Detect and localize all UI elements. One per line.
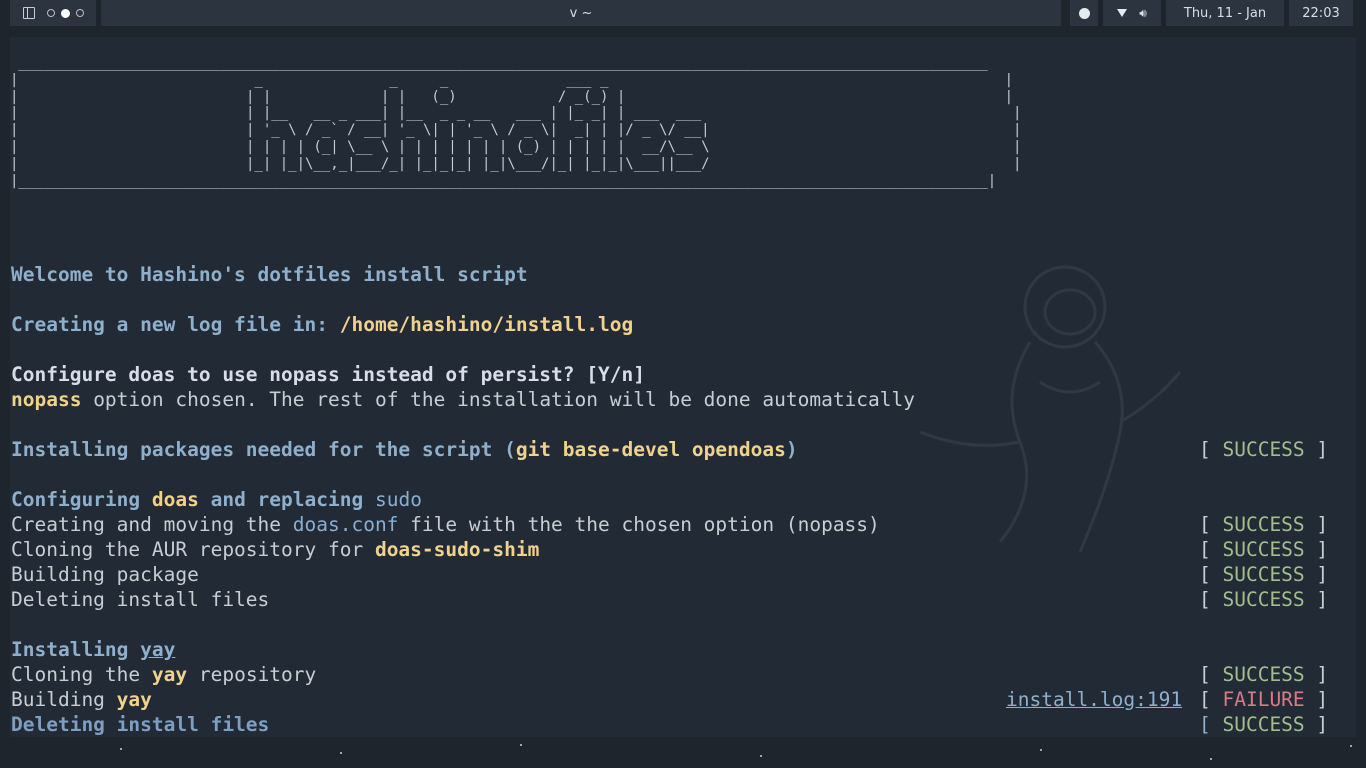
nopass-line: nopass option chosen. The rest of the in… (11, 387, 915, 412)
workspace-dot-3[interactable] (75, 9, 84, 17)
deleting-files-line: Deleting install files (11, 588, 270, 611)
nopass-word: nopass (11, 388, 82, 411)
building-yay-line: Building yay (11, 688, 152, 711)
status-clone-aur: [ SUCCESS ] (1199, 538, 1329, 561)
status-packages: [ SUCCESS ] (1199, 438, 1329, 461)
status-building-yay: [ FAILURE ] (1199, 688, 1329, 711)
terminal-window[interactable]: ________________________________________… (10, 37, 1356, 737)
workspace-dot-2-active[interactable] (60, 8, 70, 18)
system-tray[interactable]: 🔊︎ (1103, 0, 1161, 26)
status-failure: FAILURE (1222, 688, 1305, 711)
welcome-line: Welcome to Hashino's dotfiles install sc… (11, 263, 528, 286)
create-doas-conf-line: Creating and moving the doas.conf file w… (11, 513, 880, 536)
log-file-label: Creating a new log file in: (11, 313, 340, 336)
clone-yay-line: Cloning the yay repository (11, 663, 317, 686)
status-deleting-files-2: [ SUCCESS ] (1199, 713, 1329, 736)
pkgs-prefix: Installing packages needed for the scrip… (11, 438, 516, 461)
building-package-line: Building package (11, 563, 199, 586)
wifi-icon[interactable] (1117, 9, 1128, 17)
ascii-banner: ________________________________________… (10, 55, 1022, 189)
install-log-link[interactable]: install.log:191 (1006, 687, 1182, 712)
clock[interactable]: 22:03 (1289, 0, 1353, 26)
date-display[interactable]: Thu, 11 - Jan (1166, 0, 1284, 26)
status-clone-yay: [ SUCCESS ] (1199, 663, 1329, 686)
workspace-dot-1[interactable] (46, 9, 55, 17)
astronaut-watermark (919, 265, 1182, 553)
sidebar-icon[interactable] (22, 7, 35, 19)
status-deleting-files: [ SUCCESS ] (1199, 588, 1329, 611)
configuring-doas-heading: Configuring doas and replacing sudo (11, 488, 422, 511)
log-file-line: Creating a new log file in: /home/hashin… (11, 312, 633, 337)
clone-aur-line: Cloning the AUR repository for doas-sudo… (11, 538, 540, 561)
spotify-tray[interactable] (1070, 0, 1098, 26)
window-title: v ~ (101, 0, 1061, 26)
spotify-icon[interactable] (1078, 7, 1090, 19)
deleting-files-line-2: Deleting install files (11, 713, 270, 736)
nopass-rest: option chosen. The rest of the installat… (81, 388, 915, 411)
install-packages-line: Installing packages needed for the scrip… (11, 437, 798, 462)
pkgs-suffix: ) (785, 438, 798, 461)
pkgs-list: git base-devel opendoas (515, 438, 786, 461)
yay-link[interactable]: yay (140, 638, 175, 661)
top-bar: v ~ 🔊︎ Thu, 11 - Jan 22:03 (0, 0, 1366, 26)
status-create-conf: [ SUCCESS ] (1199, 513, 1329, 536)
installing-yay-heading: Installing yay (11, 638, 176, 661)
volume-icon[interactable]: 🔊︎ (1139, 6, 1147, 21)
configure-prompt: Configure doas to use nopass instead of … (11, 363, 645, 386)
workspace-switcher[interactable] (10, 0, 96, 26)
status-building-package: [ SUCCESS ] (1199, 563, 1329, 586)
status-success: SUCCESS (1222, 438, 1305, 461)
log-file-path: /home/hashino/install.log (339, 313, 634, 336)
